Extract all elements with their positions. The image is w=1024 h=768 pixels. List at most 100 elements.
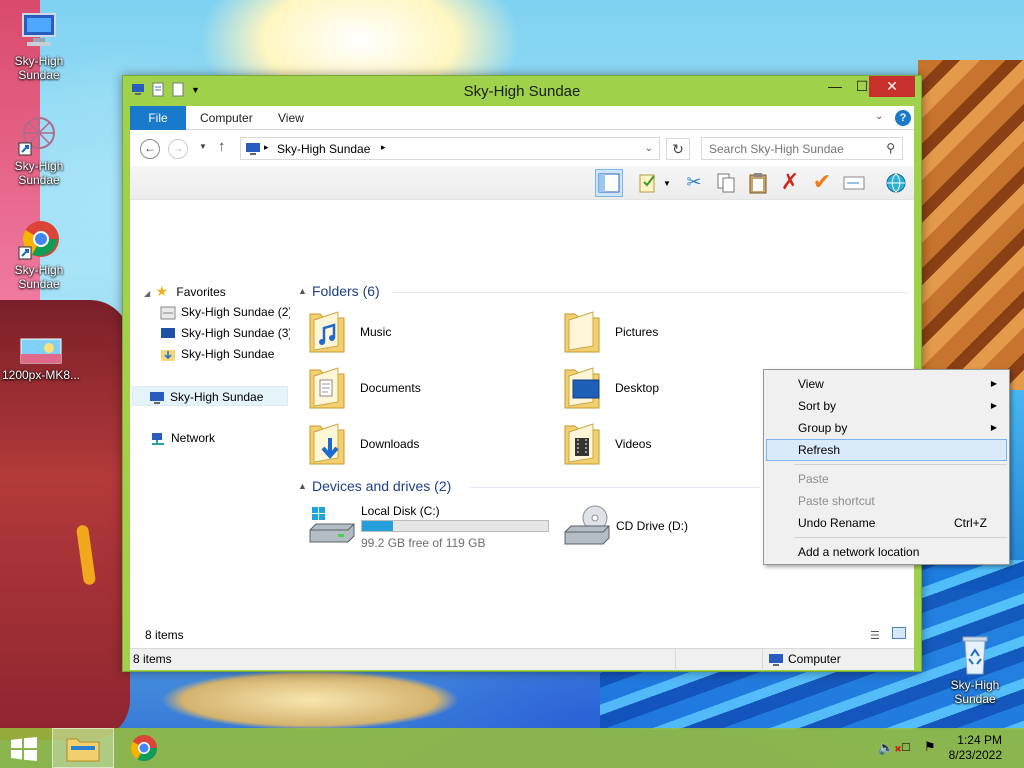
menu-item-group-by[interactable]: Group by ▶ (766, 417, 1007, 439)
wallpaper-cone (918, 60, 1024, 390)
title-bar[interactable]: ▼ Sky-High Sundae — ☐ ✕ (123, 76, 921, 106)
recycle-bin-icon (953, 632, 997, 676)
back-button[interactable]: ← (140, 139, 160, 159)
status-divider (762, 649, 763, 671)
command-toolbar: ▼ ✂ ✗ ✔ (130, 166, 914, 200)
properties-button[interactable] (634, 169, 662, 197)
paste-button[interactable] (744, 169, 772, 197)
clock[interactable]: 1:24 PM 8/23/2022 (949, 733, 1002, 763)
group-divider (470, 487, 760, 488)
cut-button[interactable]: ✂ (680, 169, 708, 197)
folder-downloads[interactable]: Downloads (308, 418, 548, 468)
recent-locations-icon[interactable]: ▼ (199, 142, 207, 151)
menu-item-paste-shortcut[interactable]: Paste shortcut (766, 490, 1007, 512)
nav-computer[interactable]: Sky-High Sundae (132, 386, 288, 406)
forward-button[interactable]: → (168, 139, 188, 159)
network-icon (150, 432, 166, 446)
help-icon[interactable]: ? (895, 110, 911, 126)
search-input[interactable] (709, 139, 879, 159)
expand-icon[interactable]: ◢ (144, 289, 150, 298)
delete-button[interactable]: ✗ (776, 169, 804, 197)
close-icon: ✕ (886, 78, 898, 94)
folders-group-header[interactable]: Folders (6) (312, 283, 380, 299)
minimize-button[interactable]: — (821, 76, 849, 98)
tab-computer[interactable]: Computer (186, 106, 267, 130)
network-globe-button[interactable] (882, 169, 910, 197)
collapse-icon[interactable]: ▲ (298, 481, 307, 491)
expand-ribbon-icon[interactable]: ⌄ (875, 111, 883, 122)
large-icons-view-icon[interactable] (892, 627, 906, 639)
chevron-down-icon[interactable]: ▼ (663, 179, 671, 188)
chevron-right-icon: ▸ (381, 142, 386, 152)
desktop-folder-icon (563, 362, 603, 410)
drive-d[interactable]: CD Drive (D:) (563, 500, 783, 550)
menu-item-sort-by[interactable]: Sort by ▶ (766, 395, 1007, 417)
folder-pictures[interactable]: Pictures (563, 306, 803, 356)
desktop-icon-computer[interactable]: Sky-High Sundae (1, 8, 77, 82)
action-center-icon[interactable]: ⚑ (924, 739, 936, 755)
nav-favorites-label: Favorites (176, 285, 226, 299)
folder-music[interactable]: Music (308, 306, 548, 356)
nav-network[interactable]: Network (150, 428, 290, 448)
drive-c[interactable]: Local Disk (C:) 99.2 GB free of 119 GB (308, 500, 558, 550)
up-button[interactable]: ↑ (218, 138, 226, 155)
network-shortcut-icon (17, 113, 61, 157)
preview-pane-button[interactable] (595, 169, 623, 197)
refresh-icon[interactable]: ↻ (666, 138, 690, 160)
folder-documents[interactable]: Documents (308, 362, 548, 412)
folder-label: Videos (615, 437, 652, 451)
address-dropdown-icon[interactable]: ⌄ (645, 143, 653, 154)
desktop-icon-chrome-shortcut[interactable]: Sky-High Sundae (1, 217, 77, 291)
tab-file[interactable]: File (130, 106, 186, 130)
clock-date: 8/23/2022 (948, 748, 1002, 762)
menu-item-refresh[interactable]: Refresh (766, 439, 1007, 461)
search-box: ⚲ (701, 137, 903, 160)
computer-icon (17, 8, 61, 52)
search-icon[interactable]: ⚲ (886, 141, 895, 155)
copy-button[interactable] (712, 169, 740, 197)
nav-favorite-item[interactable]: Sky-High Sundae (160, 344, 290, 364)
menu-separator (794, 464, 1007, 465)
desktop-icon-label: 1200px-MK8... (1, 368, 81, 382)
devices-group-header[interactable]: Devices and drives (2) (312, 478, 451, 494)
file-explorer-icon (66, 736, 100, 765)
check-button[interactable]: ✔ (808, 169, 836, 197)
drive-d-name: CD Drive (D:) (616, 519, 688, 533)
details-view-icon[interactable]: ☰ (870, 629, 880, 642)
menu-item-undo-rename[interactable]: Undo Rename Ctrl+Z (766, 512, 1007, 534)
star-icon: ★ (155, 283, 169, 299)
start-button[interactable] (10, 737, 38, 761)
address-field[interactable]: ▸ Sky-High Sundae ▸ ⌄ (240, 137, 660, 160)
nav-favorites[interactable]: ◢ ★ Favorites (144, 281, 290, 301)
desktop-icon-label: Sky-High Sundae (14, 159, 64, 187)
breadcrumb[interactable]: Sky-High Sundae (277, 142, 370, 156)
network-status-icon[interactable]: □ (902, 739, 910, 754)
menu-item-label: Undo Rename (798, 516, 876, 530)
context-menu: View ▶ Sort by ▶ Group by ▶ Refresh Paste P… (763, 369, 1010, 565)
wallpaper-sand (160, 670, 460, 730)
menu-item-add-network-location[interactable]: Add a network location (766, 541, 1007, 563)
taskbar-file-explorer[interactable] (52, 728, 114, 768)
desktop-icon-image-file[interactable]: 1200px-MK8... (1, 336, 81, 382)
taskbar-chrome[interactable] (114, 728, 176, 768)
computer-icon (149, 391, 165, 405)
taskbar: 🔈✖ □ ⚑ 1:24 PM 8/23/2022 (0, 728, 1024, 768)
status-item-count: 8 items (133, 652, 172, 666)
menu-item-paste[interactable]: Paste (766, 468, 1007, 490)
folder-label: Desktop (615, 381, 660, 395)
nav-computer-label: Sky-High Sundae (170, 390, 264, 404)
status-divider (675, 649, 676, 671)
desktop-icon-network-shortcut[interactable]: Sky-High Sundae (1, 113, 77, 187)
rename-button[interactable] (840, 169, 868, 197)
nav-favorite-item[interactable]: Sky-High Sundae (2) (160, 302, 290, 322)
music-folder-icon (308, 306, 348, 354)
nav-favorite-item[interactable]: Sky-High Sundae (3) (160, 323, 290, 343)
menu-item-view[interactable]: View ▶ (766, 373, 1007, 395)
volume-muted-icon[interactable]: 🔈✖ (878, 740, 902, 756)
close-button[interactable]: ✕ (869, 76, 915, 97)
desktop-icon-recycle-bin[interactable]: Sky-High Sundae (937, 632, 1013, 706)
menu-item-label: Refresh (798, 443, 841, 457)
collapse-icon[interactable]: ▲ (298, 286, 307, 296)
tab-view[interactable]: View (264, 106, 318, 130)
drive-c-usage-bar (361, 520, 549, 532)
